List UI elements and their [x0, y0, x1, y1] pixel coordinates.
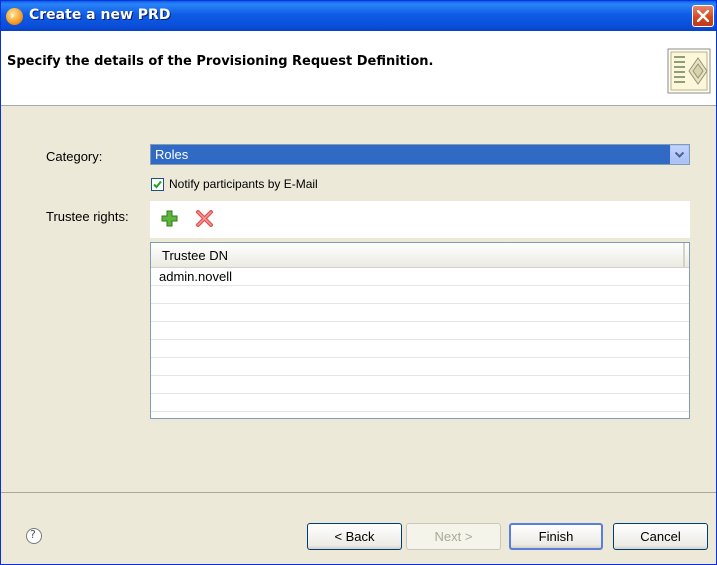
window-title: Create a new PRD	[29, 7, 171, 23]
close-button[interactable]	[692, 5, 714, 27]
category-value: Roles	[155, 147, 189, 162]
title-bar[interactable]: › Create a new PRD	[1, 1, 716, 31]
page-title: Specify the details of the Provisioning …	[7, 54, 434, 69]
help-icon: ?	[30, 528, 36, 541]
table-row[interactable]	[151, 376, 689, 394]
notify-label[interactable]: Notify participants by E-Mail	[169, 177, 318, 191]
add-icon	[161, 210, 178, 227]
table-row[interactable]	[151, 322, 689, 340]
dialog-window: › Create a new PRD Specify the details o…	[0, 0, 717, 565]
remove-icon	[196, 210, 213, 227]
trustee-table[interactable]: Trustee DN admin.novell	[150, 242, 690, 419]
wizard-header: Specify the details of the Provisioning …	[1, 31, 716, 106]
table-row[interactable]	[151, 358, 689, 376]
chevron-down-icon	[675, 152, 684, 158]
trustee-dn-cell: admin.novell	[159, 269, 232, 284]
category-select[interactable]: Roles	[150, 144, 690, 165]
table-row[interactable]	[151, 286, 689, 304]
category-dropdown-button[interactable]	[670, 145, 689, 164]
table-header: Trustee DN	[151, 243, 689, 268]
table-row[interactable]	[151, 394, 689, 412]
category-label: Category:	[46, 149, 103, 164]
app-icon: ›	[6, 8, 23, 25]
notify-checkbox[interactable]	[151, 178, 164, 191]
help-button[interactable]: ?	[26, 528, 42, 544]
trustee-toolbar	[150, 201, 690, 238]
back-button[interactable]: < Back	[307, 523, 402, 550]
table-row[interactable]: admin.novell	[151, 268, 689, 286]
cancel-button[interactable]: Cancel	[613, 523, 708, 550]
table-row[interactable]	[151, 304, 689, 322]
close-icon	[697, 10, 709, 22]
add-trustee-button[interactable]	[159, 208, 181, 230]
wizard-banner-icon	[667, 48, 711, 94]
footer-divider	[1, 492, 716, 493]
table-row[interactable]	[151, 340, 689, 358]
column-header-label: Trustee DN	[162, 248, 228, 263]
remove-trustee-button[interactable]	[194, 208, 216, 230]
finish-button[interactable]: Finish	[509, 523, 603, 550]
trustee-rights-label: Trustee rights:	[46, 209, 129, 224]
column-header-trustee-dn[interactable]: Trustee DN	[151, 243, 685, 267]
checkmark-icon	[153, 180, 162, 189]
next-button[interactable]: Next >	[406, 523, 501, 550]
